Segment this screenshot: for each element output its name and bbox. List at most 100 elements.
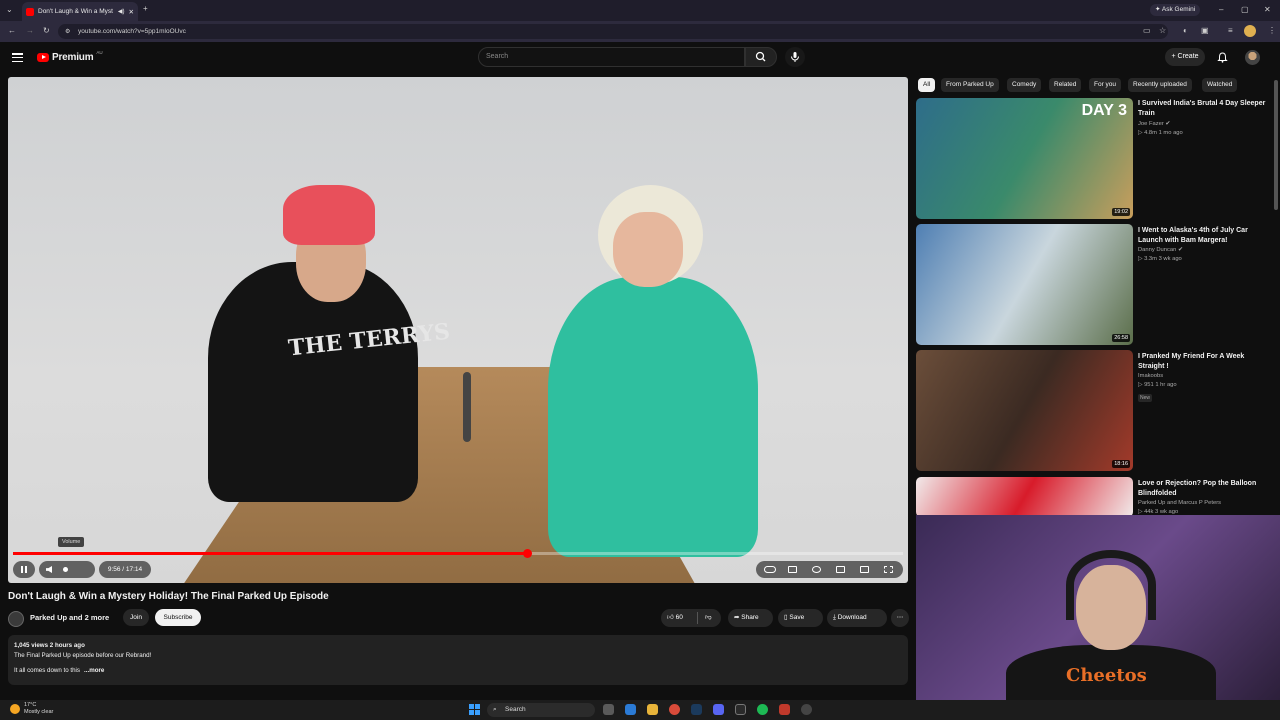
- search-button[interactable]: [745, 47, 777, 67]
- voice-search-button[interactable]: [785, 47, 805, 67]
- video-player[interactable]: THE TERRYS Volume 9:56 / 17:14: [8, 77, 908, 583]
- chip-comedy[interactable]: Comedy: [1007, 78, 1042, 92]
- reload-icon[interactable]: ↻: [43, 27, 50, 35]
- spotify-icon[interactable]: [757, 704, 768, 715]
- subscribe-button[interactable]: Subscribe: [155, 609, 201, 626]
- webcam-shirt-text: Cheetos: [1066, 665, 1147, 686]
- steam-icon[interactable]: [691, 704, 702, 715]
- tab-close-icon[interactable]: ✕: [129, 8, 134, 16]
- channel-name[interactable]: Parked Up and 2 more: [30, 613, 109, 622]
- chip-watched[interactable]: Watched: [1202, 78, 1238, 92]
- extensions-puzzle-icon[interactable]: ▣: [1201, 27, 1209, 35]
- discord-icon[interactable]: [713, 704, 724, 715]
- chip-for-you[interactable]: For you: [1089, 78, 1122, 92]
- task-view-icon[interactable]: [603, 704, 614, 715]
- tab-audio-icon[interactable]: ◀): [118, 8, 125, 15]
- recommendation-thumbnail[interactable]: [916, 477, 1133, 517]
- weather-widget[interactable]: 17°C Mostly clear: [10, 702, 53, 716]
- miniplayer-icon[interactable]: [836, 566, 845, 573]
- volume-icon[interactable]: [46, 566, 52, 573]
- thumbs-down-icon[interactable]: 👎︎: [705, 609, 712, 627]
- save-button[interactable]: ▯ Save: [778, 609, 823, 627]
- youtube-premium-logo[interactable]: Premium AU: [37, 50, 103, 63]
- taskbar-search[interactable]: ⌕ Search: [487, 703, 595, 717]
- account-avatar[interactable]: [1245, 50, 1260, 65]
- maximize-icon[interactable]: ▢: [1241, 6, 1249, 14]
- obs-icon[interactable]: [801, 704, 812, 715]
- recommendation-title[interactable]: I Pranked My Friend For A Week Straight …: [1138, 352, 1270, 371]
- file-explorer-icon[interactable]: [647, 704, 658, 715]
- recommendation-channel[interactable]: Danny Duncan ✔: [1138, 247, 1183, 253]
- site-info-icon[interactable]: ⚙: [65, 28, 70, 36]
- download-button[interactable]: ⤓ Download: [827, 609, 887, 627]
- new-tab-icon[interactable]: +: [143, 5, 148, 13]
- progress-bar-played: [13, 552, 527, 555]
- chip-all[interactable]: All: [918, 78, 936, 92]
- settings-gear-icon[interactable]: [812, 566, 821, 573]
- hamburger-menu-icon[interactable]: [12, 53, 23, 63]
- progress-scrubber-handle[interactable]: [522, 549, 532, 558]
- time-display: 9:56 / 17:14: [99, 561, 151, 578]
- views-and-date: 1,045 views 2 hours ago: [14, 642, 85, 649]
- calendar-app-icon[interactable]: [779, 704, 790, 715]
- fullscreen-icon[interactable]: [884, 566, 893, 573]
- tab-search-icon[interactable]: ≡: [1228, 27, 1233, 35]
- video-frame-face-right: [613, 212, 683, 287]
- cast-icon[interactable]: ▭: [1143, 27, 1151, 35]
- volume-control[interactable]: [39, 561, 95, 578]
- share-label: Share: [741, 614, 759, 621]
- channel-avatar[interactable]: [8, 611, 24, 627]
- bookmark-star-icon[interactable]: ☆: [1159, 27, 1166, 35]
- recommendation-thumbnail[interactable]: DAY 3 19:02: [916, 98, 1133, 219]
- save-label: Save: [789, 614, 805, 621]
- thumbnail-overlay-text: DAY 3: [1081, 102, 1127, 119]
- recommendation-channel[interactable]: Parked Up and Marcus P Peters: [1138, 500, 1221, 506]
- volume-slider-handle[interactable]: [63, 567, 68, 572]
- description-box[interactable]: 1,045 views 2 hours ago The Final Parked…: [8, 635, 908, 685]
- close-window-icon[interactable]: ✕: [1264, 6, 1271, 14]
- share-button[interactable]: ➦ Share: [728, 609, 773, 627]
- forward-icon[interactable]: →: [26, 27, 34, 35]
- chip-related[interactable]: Related: [1049, 78, 1082, 92]
- recommendation-title[interactable]: I Survived India's Brutal 4 Day Sleeper …: [1138, 99, 1270, 118]
- browser-tab-strip: ⌄ Don't Laugh & Win a Myst ◀) ✕ + ✦ Ask …: [0, 0, 1280, 21]
- join-button[interactable]: Join: [123, 609, 149, 626]
- autoplay-toggle-icon[interactable]: [764, 566, 776, 573]
- recommendation-meta: ▷ 951 1 hr ago: [1138, 382, 1177, 388]
- show-more-link[interactable]: ...more: [84, 667, 104, 674]
- video-duration: 26:58: [1112, 334, 1130, 342]
- browser-tab[interactable]: Don't Laugh & Win a Myst ◀) ✕: [22, 2, 138, 21]
- video-title: Don't Laugh & Win a Mystery Holiday! The…: [8, 591, 329, 602]
- video-frame-red-hat: [283, 185, 375, 245]
- ask-gemini-button[interactable]: ✦ Ask Gemini: [1150, 4, 1201, 16]
- app-icon[interactable]: [735, 704, 746, 715]
- recommendation-title[interactable]: I Went to Alaska's 4th of July Car Launc…: [1138, 226, 1270, 245]
- chip-recently-uploaded[interactable]: Recently uploaded: [1128, 78, 1192, 92]
- windows-start-icon[interactable]: [469, 704, 480, 715]
- subtitles-icon[interactable]: [788, 566, 797, 573]
- address-bar[interactable]: ⚙ youtube.com/watch?v=5pp1mloOUvc: [58, 24, 1168, 39]
- profile-avatar[interactable]: [1244, 25, 1256, 37]
- more-actions-button[interactable]: ⋯: [891, 609, 909, 627]
- create-button[interactable]: + Create: [1165, 48, 1205, 66]
- recommendation-channel[interactable]: Joe Fazer ✔: [1138, 121, 1170, 127]
- recommendation-thumbnail[interactable]: 18:16: [916, 350, 1133, 471]
- recommendation-thumbnail[interactable]: 26:58: [916, 224, 1133, 345]
- recommendation-title[interactable]: Love or Rejection? Pop the Balloon Blind…: [1138, 479, 1270, 498]
- edge-browser-icon[interactable]: [625, 704, 636, 715]
- minimize-icon[interactable]: –: [1219, 6, 1223, 14]
- chip-from-parked-up[interactable]: From Parked Up: [941, 78, 999, 92]
- pause-button[interactable]: [13, 561, 35, 578]
- search-input[interactable]: Search: [478, 47, 745, 67]
- chrome-icon[interactable]: [669, 704, 680, 715]
- notifications-bell-icon[interactable]: [1217, 52, 1228, 63]
- browser-menu-icon[interactable]: ⋮: [1268, 27, 1276, 35]
- video-duration: 19:02: [1112, 208, 1130, 216]
- like-button[interactable]: 👍︎ 60 👎︎: [661, 609, 721, 627]
- cast-to-tv-icon[interactable]: [860, 566, 869, 573]
- back-icon[interactable]: ←: [8, 27, 16, 35]
- sidebar-scrollbar[interactable]: [1274, 80, 1278, 210]
- recommendation-channel[interactable]: Imakoobs: [1138, 373, 1163, 379]
- tab-list-chevron-icon[interactable]: ⌄: [6, 6, 13, 14]
- extension-icon[interactable]: ◐: [1183, 27, 1188, 35]
